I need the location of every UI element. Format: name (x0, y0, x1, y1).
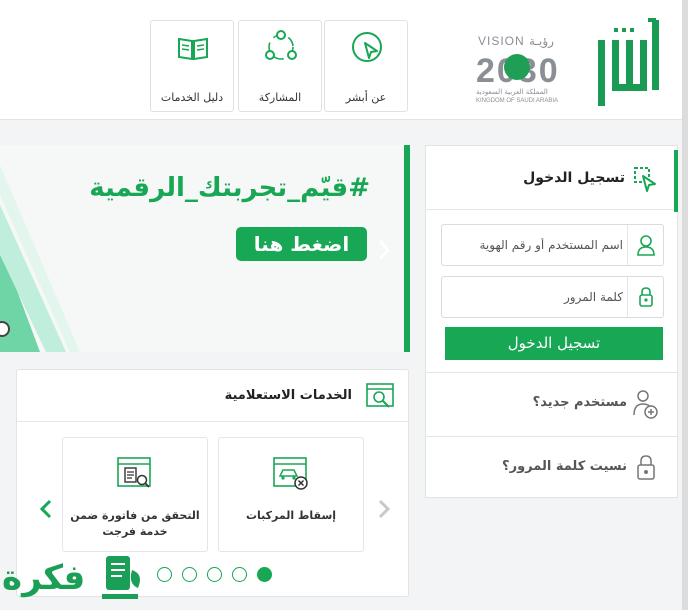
banner-decoration (0, 165, 80, 352)
username-field (441, 224, 664, 266)
document-leaf-icon (102, 556, 140, 599)
service-label: إسقاط المركبات (245, 509, 337, 522)
palm-emblem-icon (504, 54, 530, 80)
book-icon (178, 37, 208, 61)
page-scroll-edge (682, 0, 688, 610)
username-input[interactable] (453, 235, 623, 255)
password-icon-box (627, 277, 663, 317)
pagination-dot[interactable] (182, 567, 197, 582)
participation-label: المشاركة (258, 91, 302, 104)
services-title: الخدمات الاستعلامية (224, 388, 352, 403)
forgot-password-link[interactable]: نسيت كلمة المرور؟ (426, 436, 677, 498)
site-header: VISION رؤيـة 2030 المملكة العربية السعود… (0, 0, 688, 120)
about-absher-card[interactable]: عن أبشر (324, 20, 408, 112)
share-network-icon (265, 30, 297, 60)
pagination-dot-active[interactable] (257, 567, 272, 582)
pagination-dot[interactable] (207, 567, 222, 582)
services-guide-label: دليل الخدمات (160, 91, 224, 104)
forgot-password-label: نسيت كلمة المرور؟ (502, 459, 627, 474)
login-cursor-icon (634, 167, 656, 192)
password-field (441, 276, 664, 318)
banner-title: #قيّم_تجربتك_الرقمية (89, 173, 370, 203)
browser-search-icon (366, 383, 394, 408)
absher-logo[interactable] (592, 18, 664, 110)
services-guide-card[interactable]: دليل الخدمات (150, 20, 234, 112)
cursor-click-icon (352, 32, 382, 62)
login-panel: تسجيل الدخول تسجيل الدخول مستخدم جديد؟ (425, 145, 678, 498)
invoice-search-icon (117, 457, 151, 488)
vision-title: VISION رؤيـة (478, 34, 554, 48)
watermark-logo: فكرة (0, 550, 150, 610)
pagination-dot[interactable] (157, 567, 172, 582)
vision-2030-logo: VISION رؤيـة 2030 المملكة العربية السعود… (474, 24, 588, 108)
banner-cta-button[interactable]: اضغط هنا (236, 227, 367, 261)
login-submit-button[interactable]: تسجيل الدخول (445, 327, 663, 360)
new-user-link[interactable]: مستخدم جديد؟ (426, 372, 677, 434)
chevron-right-icon[interactable] (377, 498, 391, 520)
service-card-vehicle-drop[interactable]: إسقاط المركبات (218, 437, 364, 552)
chevron-right-icon[interactable] (376, 237, 392, 263)
pagination-dot[interactable] (232, 567, 247, 582)
banner-accent-stripe (404, 145, 410, 352)
about-absher-label: عن أبشر (345, 91, 387, 104)
lock-question-icon (637, 455, 655, 480)
lock-icon (639, 287, 653, 307)
login-accent-bar (674, 150, 678, 212)
username-icon-box (627, 225, 663, 265)
service-card-invoice-check[interactable]: التحقق من فاتورة ضمن خدمة فرجت (62, 437, 208, 552)
promo-banner[interactable]: #قيّم_تجربتك_الرقمية اضغط هنا (0, 145, 410, 352)
password-input[interactable] (453, 287, 623, 307)
watermark-text: فكرة (2, 558, 86, 598)
login-header: تسجيل الدخول (426, 146, 677, 210)
services-header: الخدمات الاستعلامية (17, 370, 408, 422)
login-title: تسجيل الدخول (523, 170, 625, 186)
chevron-left-icon[interactable] (39, 498, 53, 520)
vision-subtitle-en: KINGDOM OF SAUDI ARABIA (476, 98, 559, 104)
service-label: التحقق من فاتورة ضمن خدمة فرجت (70, 509, 200, 538)
vehicle-cancel-icon (273, 457, 308, 490)
participation-card[interactable]: المشاركة (238, 20, 322, 112)
user-icon (637, 235, 655, 256)
new-user-label: مستخدم جديد؟ (532, 395, 627, 410)
add-user-icon (633, 390, 658, 419)
vision-subtitle-ar: المملكة العربية السعودية (476, 88, 548, 96)
